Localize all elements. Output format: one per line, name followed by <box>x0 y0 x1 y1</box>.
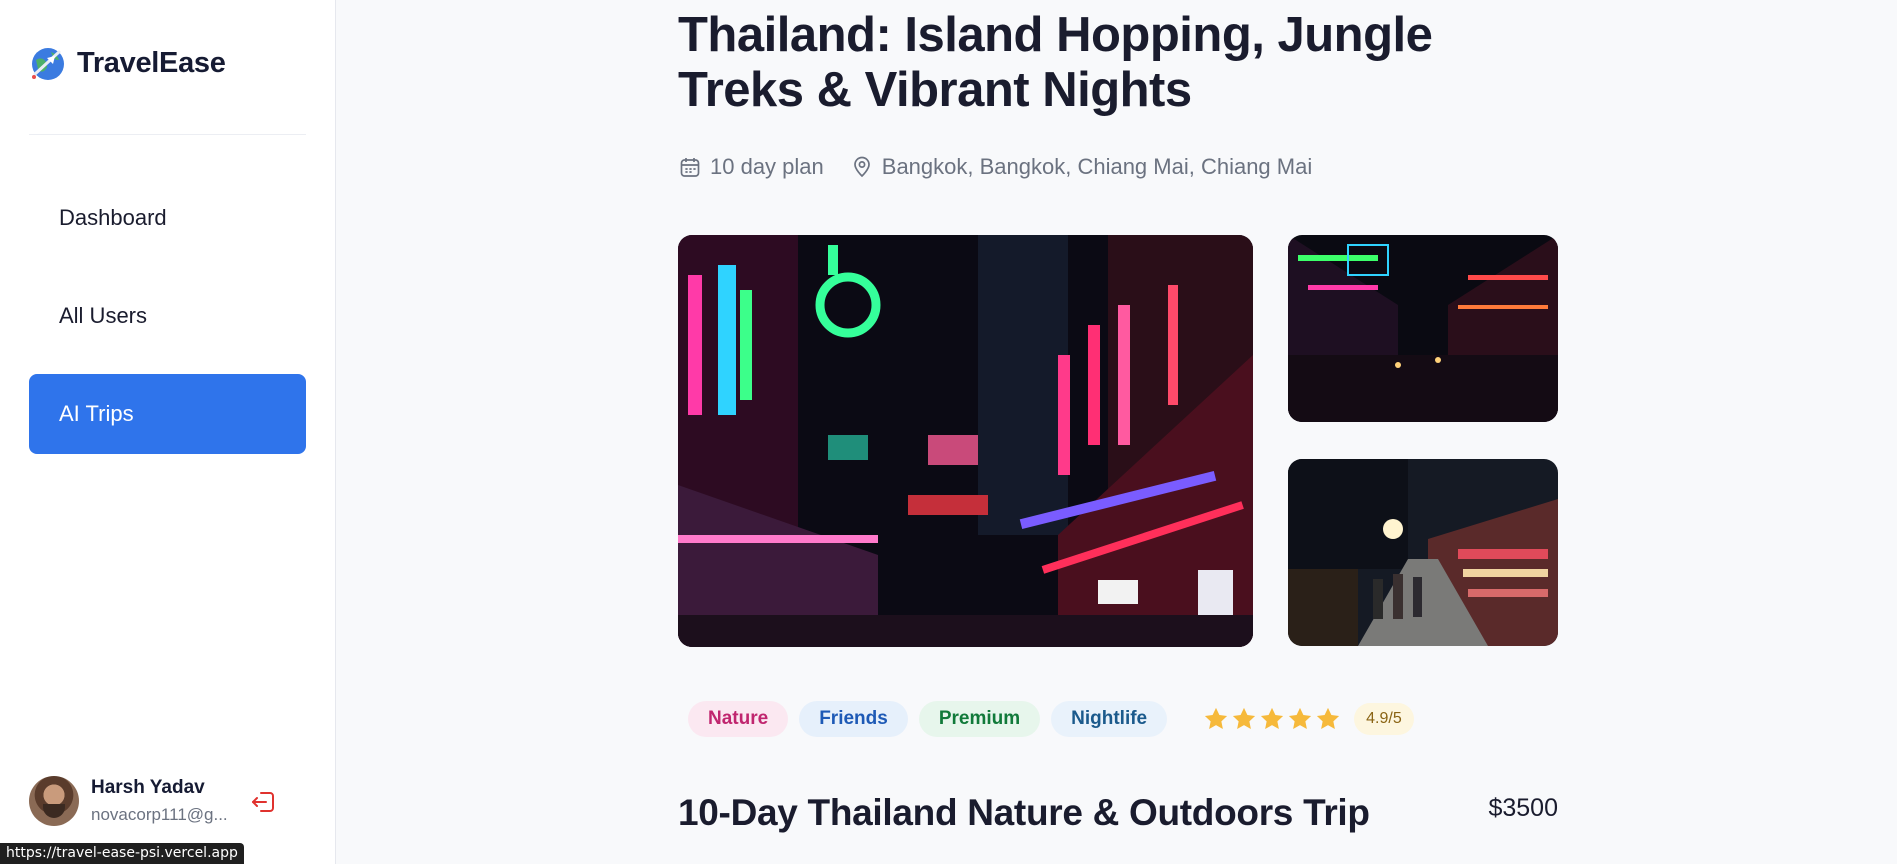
status-bar-url: https://travel-ease-psi.vercel.app <box>0 843 244 864</box>
sidebar-item-dashboard[interactable]: Dashboard <box>29 178 306 258</box>
trip-image-3 <box>1288 459 1558 646</box>
brand[interactable]: TravelEase <box>29 44 226 82</box>
avatar <box>29 776 79 826</box>
rating-stars <box>1202 705 1342 733</box>
sidebar-item-ai-trips[interactable]: AI Trips <box>29 374 306 454</box>
trip-image-2 <box>1288 235 1558 422</box>
sidebar-item-label: All Users <box>59 303 148 328</box>
sidebar-divider <box>29 134 306 135</box>
user-email: novacorp111@g... <box>91 805 228 824</box>
tag-premium: Premium <box>918 701 1041 737</box>
user-info: Harsh Yadav novacorp111@g... <box>91 777 233 825</box>
trip-main-image <box>678 235 1253 647</box>
page-title: Thailand: Island Hopping, Jungle Treks &… <box>678 8 1433 117</box>
tag-nightlife: Nightlife <box>1051 701 1168 737</box>
trip-name: 10-Day Thailand Nature & Outdoors Trip <box>678 792 1370 833</box>
sidebar-item-label: Dashboard <box>59 205 167 230</box>
sidebar-item-label: AI Trips <box>59 401 134 426</box>
user-profile: Harsh Yadav novacorp111@g... <box>29 776 233 826</box>
trip-locations: Bangkok, Bangkok, Chiang Mai, Chiang Mai <box>881 154 1313 179</box>
star-icon <box>1233 707 1256 730</box>
trip-tags: Nature Friends Premium Nightlife 4.9/5 <box>688 701 1414 737</box>
location-pin-icon <box>853 156 870 178</box>
globe-plane-icon <box>32 48 64 80</box>
brand-name: TravelEase <box>77 46 226 79</box>
sidebar-item-all-users[interactable]: All Users <box>29 276 306 356</box>
logout-icon[interactable] <box>249 788 277 816</box>
sidebar: TravelEase Dashboard All Users AI Trips … <box>0 0 336 864</box>
trip-price: $3500 <box>1488 794 1558 822</box>
user-name: Harsh Yadav <box>91 777 205 798</box>
star-icon <box>1205 707 1228 730</box>
sidebar-nav: Dashboard All Users AI Trips <box>29 178 306 472</box>
tag-friends: Friends <box>799 701 908 737</box>
star-icon <box>1289 707 1312 730</box>
star-icon <box>1261 707 1284 730</box>
trip-duration: 10 day plan <box>710 154 824 179</box>
calendar-icon <box>680 158 700 177</box>
rating-badge: 4.9/5 <box>1354 703 1414 735</box>
star-icon <box>1317 707 1340 730</box>
tag-nature: Nature <box>688 701 789 737</box>
trip-meta: 10 day plan Bangkok, Bangkok, Chiang Mai… <box>678 154 1312 180</box>
